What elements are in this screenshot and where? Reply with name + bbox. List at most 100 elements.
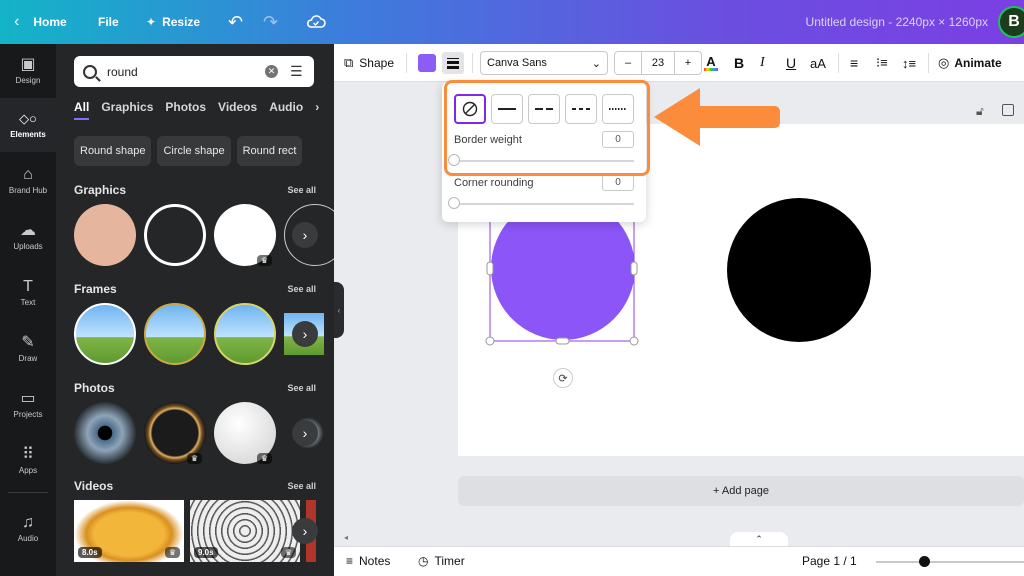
photo-thumb-sparkler[interactable]: ♛ bbox=[144, 402, 206, 464]
add-page-button[interactable]: + Add page bbox=[458, 476, 1024, 506]
video-thumb[interactable]: 8.0s ♛ bbox=[74, 500, 184, 562]
chevron-down-icon: ⌄ bbox=[591, 57, 601, 70]
search-icon bbox=[83, 64, 97, 79]
text-color-button[interactable]: A bbox=[704, 44, 718, 82]
color-swatch-button[interactable] bbox=[418, 44, 436, 82]
graphic-thumb[interactable] bbox=[144, 204, 206, 266]
chevron-right-icon[interactable]: › bbox=[315, 100, 319, 120]
shape-button[interactable]: ⧉ Shape bbox=[344, 44, 394, 82]
case-button[interactable]: aA bbox=[810, 44, 826, 82]
font-size-stepper[interactable]: – 23 + bbox=[614, 44, 702, 82]
underline-button[interactable]: U bbox=[786, 44, 796, 82]
rail-label: Design bbox=[15, 76, 41, 85]
rail-item-text[interactable]: T Text bbox=[0, 266, 56, 320]
see-all-graphics[interactable]: See all bbox=[287, 185, 316, 195]
italic-button[interactable]: I bbox=[760, 44, 765, 82]
chip-round-shape[interactable]: Round shape bbox=[74, 136, 152, 166]
resize-button[interactable]: ✦ Resize bbox=[146, 0, 200, 44]
collapse-panel-handle[interactable]: ‹ bbox=[334, 282, 344, 338]
design-title[interactable]: Untitled design - 2240px × 1260px bbox=[806, 0, 988, 44]
increase-size-button[interactable]: + bbox=[675, 52, 701, 74]
bold-icon: B bbox=[734, 55, 745, 71]
align-button[interactable]: ≡ bbox=[850, 44, 858, 82]
rail-label: Text bbox=[20, 298, 36, 307]
zoom-slider[interactable] bbox=[876, 561, 1024, 563]
text-icon: T bbox=[23, 278, 33, 295]
crown-icon: ♛ bbox=[186, 453, 202, 464]
graphics-next-button[interactable]: › bbox=[292, 222, 318, 248]
frame-thumb[interactable] bbox=[144, 303, 206, 365]
clear-search-icon[interactable]: ✕ bbox=[265, 65, 278, 78]
rail-item-projects[interactable]: ▭ Projects bbox=[0, 378, 56, 432]
animate-button[interactable]: ◎ Animate bbox=[938, 44, 1002, 82]
frame-thumb[interactable] bbox=[214, 303, 276, 365]
frames-next-button[interactable]: › bbox=[292, 321, 318, 347]
search-input[interactable] bbox=[107, 64, 257, 79]
tab-videos[interactable]: Videos bbox=[218, 100, 257, 120]
undo-button[interactable]: ↶ bbox=[228, 0, 243, 44]
rail-item-uploads[interactable]: ☁ Uploads bbox=[0, 210, 56, 264]
tab-graphics[interactable]: Graphics bbox=[101, 100, 153, 120]
see-all-photos[interactable]: See all bbox=[287, 383, 316, 393]
line-spacing-icon: ↕≡ bbox=[902, 55, 917, 71]
file-menu-button[interactable]: File bbox=[98, 0, 119, 44]
frame-thumb[interactable] bbox=[74, 303, 136, 365]
bold-button[interactable]: B bbox=[734, 44, 744, 82]
black-circle[interactable] bbox=[726, 198, 872, 344]
sparkle-icon: ✦ bbox=[146, 15, 157, 29]
border-style-button[interactable] bbox=[442, 44, 464, 82]
save-status-button[interactable] bbox=[306, 0, 326, 44]
corner-rounding-input[interactable]: 0 bbox=[602, 174, 634, 191]
avatar[interactable]: B bbox=[998, 6, 1024, 38]
zoom-slider-knob[interactable] bbox=[919, 556, 930, 567]
chevron-left-icon: ‹ bbox=[337, 305, 341, 315]
lock-icon[interactable]: 🔓︎ bbox=[976, 104, 984, 119]
scroll-left-icon[interactable]: ◂ bbox=[344, 533, 348, 542]
graphic-thumb[interactable] bbox=[74, 204, 136, 266]
chip-circle-shape[interactable]: Circle shape bbox=[157, 136, 231, 166]
duplicate-page-icon[interactable] bbox=[1002, 104, 1014, 116]
tab-photos[interactable]: Photos bbox=[165, 100, 206, 120]
rail-item-design[interactable]: ▣ Design bbox=[0, 44, 56, 98]
videos-next-button[interactable]: › bbox=[292, 518, 318, 544]
rail-item-draw[interactable]: ✎ Draw bbox=[0, 322, 56, 376]
timer-button[interactable]: ◷ Timer bbox=[418, 554, 465, 568]
tab-audio[interactable]: Audio bbox=[269, 100, 303, 120]
rail-item-elements[interactable]: ◇○ Elements bbox=[0, 98, 56, 152]
list-button[interactable]: ⁝≡ bbox=[876, 44, 888, 82]
chip-round-rect[interactable]: Round rect bbox=[236, 136, 303, 166]
rail-item-brand-hub[interactable]: ⌂ Brand Hub bbox=[0, 154, 56, 208]
photo-thumb-eye[interactable] bbox=[74, 402, 136, 464]
rotate-handle-icon[interactable]: ⟳ bbox=[553, 368, 573, 388]
see-all-videos[interactable]: See all bbox=[287, 481, 316, 491]
home-button[interactable]: ‹ Home bbox=[14, 0, 67, 44]
page-indicator[interactable]: Page 1 / 1 bbox=[802, 554, 857, 568]
undo-icon: ↶ bbox=[228, 11, 244, 32]
graphic-thumb[interactable]: ♛ bbox=[214, 204, 276, 266]
photo-thumb-white[interactable]: ♛ bbox=[214, 402, 276, 464]
corner-rounding-slider-knob[interactable] bbox=[448, 197, 460, 209]
see-all-frames[interactable]: See all bbox=[287, 284, 316, 294]
audio-icon: ♫ bbox=[22, 514, 34, 531]
notes-button[interactable]: ≡ Notes bbox=[346, 554, 390, 568]
redo-button[interactable]: ↷ bbox=[263, 0, 278, 44]
search-bar[interactable]: ✕ ☰ bbox=[74, 56, 314, 87]
video-thumb[interactable]: 9.0s ♛ bbox=[190, 500, 300, 562]
videos-row: 8.0s ♛ 9.0s ♛ bbox=[74, 500, 316, 562]
brand-hub-icon: ⌂ bbox=[23, 166, 33, 183]
file-label: File bbox=[98, 15, 119, 29]
rail-item-audio[interactable]: ♫ Audio bbox=[0, 502, 56, 556]
spacing-button[interactable]: ↕≡ bbox=[902, 44, 916, 82]
font-name: Canva Sans bbox=[487, 57, 547, 69]
toolbar-divider bbox=[838, 53, 839, 73]
shapes-icon: ⧉ bbox=[344, 55, 354, 70]
corner-rounding-slider[interactable] bbox=[454, 203, 634, 205]
text-color-icon: A bbox=[706, 53, 716, 69]
font-select[interactable]: Canva Sans ⌄ bbox=[480, 44, 608, 82]
filter-icon[interactable]: ☰ bbox=[290, 63, 306, 79]
photos-next-button[interactable]: › bbox=[292, 420, 318, 446]
tab-all[interactable]: All bbox=[74, 100, 90, 120]
rail-item-apps[interactable]: ⠿ Apps bbox=[0, 434, 56, 488]
font-size-value[interactable]: 23 bbox=[641, 52, 675, 74]
decrease-size-button[interactable]: – bbox=[615, 52, 641, 74]
